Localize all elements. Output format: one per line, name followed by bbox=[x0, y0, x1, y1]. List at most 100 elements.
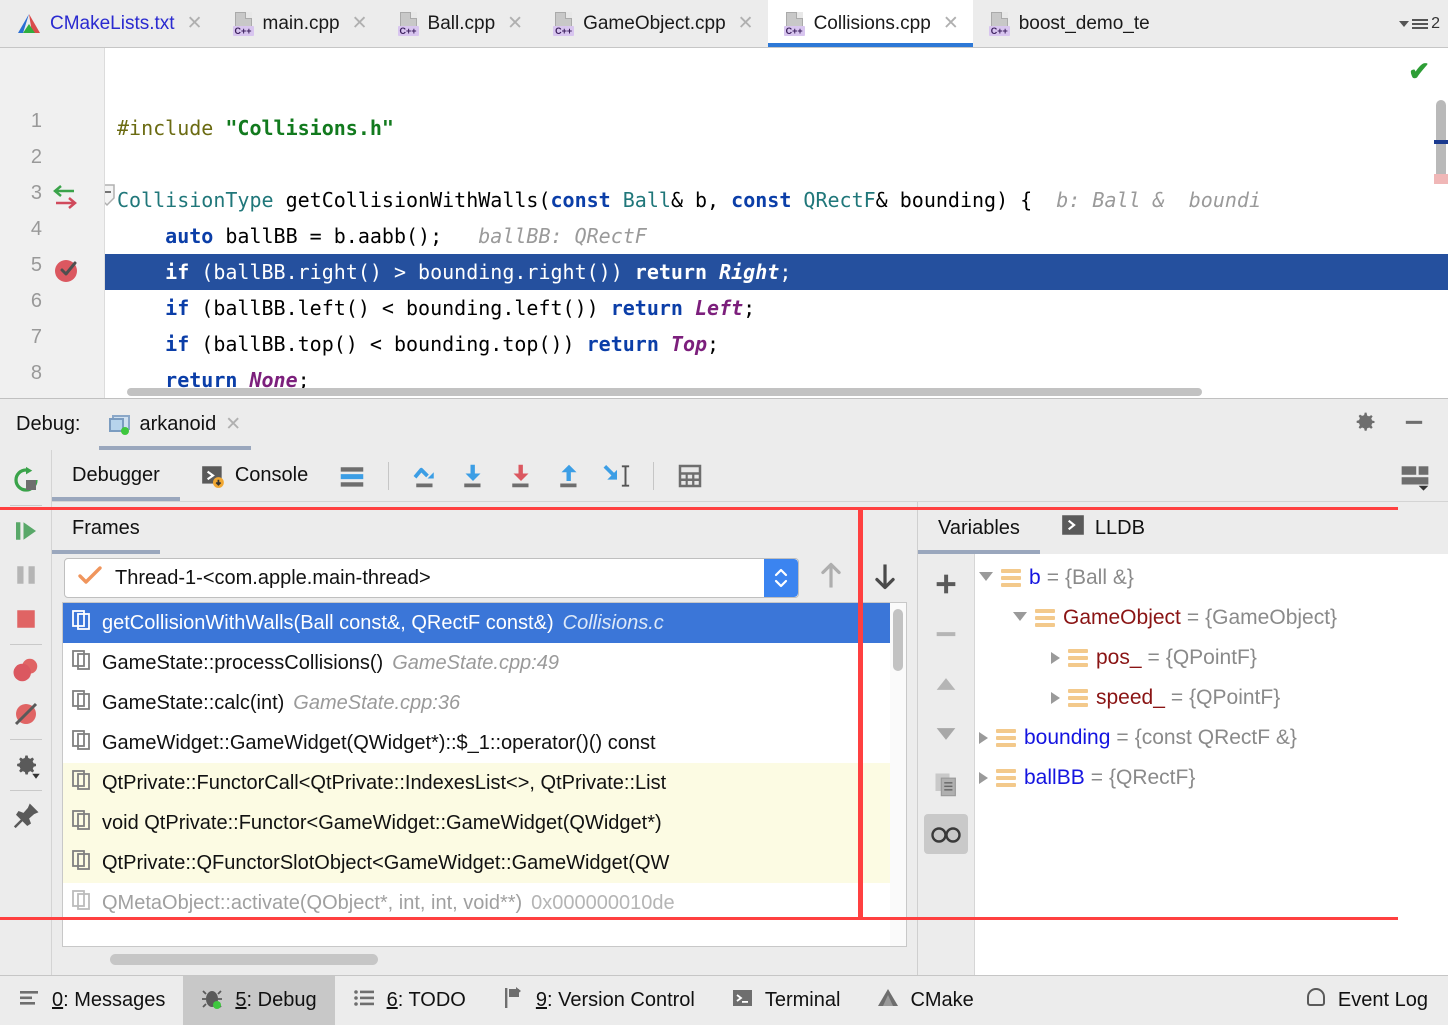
combo-stepper-icon[interactable] bbox=[764, 559, 798, 597]
evaluate-expression-icon[interactable] bbox=[666, 454, 714, 498]
chevron-right-icon[interactable] bbox=[979, 772, 988, 784]
arrow-up-icon[interactable] bbox=[809, 561, 853, 596]
scrollbar-thumb[interactable] bbox=[893, 609, 903, 671]
equals-sign: = bbox=[1186, 606, 1200, 629]
status-item-terminal[interactable]: Terminal bbox=[713, 976, 859, 1025]
tab-overflow-controls[interactable]: 2 bbox=[1399, 0, 1448, 47]
mute-breakpoints-icon[interactable] bbox=[6, 692, 46, 736]
frame-row[interactable]: QtPrivate::FunctorCall<QtPrivate::Indexe… bbox=[63, 763, 906, 803]
close-icon[interactable]: ✕ bbox=[187, 14, 203, 33]
tab-label: Variables bbox=[938, 516, 1020, 539]
frame-row[interactable]: GameState::calc(int) GameState.cpp:36 bbox=[63, 683, 906, 723]
frame-row[interactable]: getCollisionWithWalls(Ball const&, QRect… bbox=[63, 603, 906, 643]
thread-selector-row: Thread-1-<com.apple.main-thread> bbox=[52, 554, 917, 602]
tab-ball-cpp[interactable]: C++ Ball.cpp ✕ bbox=[382, 0, 538, 47]
thread-combobox[interactable]: Thread-1-<com.apple.main-thread> bbox=[64, 558, 799, 598]
chevron-right-icon[interactable] bbox=[1051, 692, 1060, 704]
gear-icon[interactable] bbox=[6, 743, 46, 787]
tab-gameobject-cpp[interactable]: C++ GameObject.cpp ✕ bbox=[537, 0, 768, 47]
close-icon[interactable]: ✕ bbox=[225, 413, 241, 436]
tab-main-cpp[interactable]: C++ main.cpp ✕ bbox=[217, 0, 382, 47]
chevron-down-icon[interactable] bbox=[1013, 612, 1027, 627]
close-icon[interactable]: ✕ bbox=[738, 14, 754, 33]
frames-vertical-scrollbar[interactable] bbox=[890, 603, 906, 946]
inspection-ok-check-icon[interactable]: ✔ bbox=[1408, 56, 1430, 87]
editor-horizontal-scrollbar[interactable] bbox=[105, 386, 1434, 398]
step-out-icon[interactable] bbox=[545, 454, 593, 498]
debug-tool-window: Debugger Console Frames Thread-1-<com.ap… bbox=[0, 450, 1448, 975]
run-to-cursor-icon[interactable] bbox=[593, 454, 641, 498]
tab-debugger[interactable]: Debugger bbox=[52, 450, 180, 501]
scrollbar-thumb[interactable] bbox=[110, 954, 378, 965]
close-icon[interactable]: ✕ bbox=[352, 14, 368, 33]
close-icon[interactable]: ✕ bbox=[507, 14, 523, 33]
close-icon[interactable]: ✕ bbox=[943, 14, 959, 33]
frame-row[interactable]: GameState::processCollisions() GameState… bbox=[63, 643, 906, 683]
fold-collapse-icon[interactable] bbox=[105, 184, 115, 207]
code-editor[interactable]: 1 2 3 4 5 6 7 8 9 10 bbox=[0, 48, 1448, 398]
run-configuration-tab[interactable]: arkanoid ✕ bbox=[98, 399, 252, 450]
arrow-down-icon[interactable] bbox=[863, 561, 907, 596]
chevron-right-icon[interactable] bbox=[1051, 652, 1060, 664]
editor-tab-bar: CMakeLists.txt ✕ C++ main.cpp ✕ C++ Ball… bbox=[0, 0, 1448, 48]
tab-console[interactable]: Console bbox=[180, 450, 328, 501]
tab-lldb[interactable]: LLDB bbox=[1040, 502, 1165, 554]
show-execution-point-icon[interactable] bbox=[328, 454, 376, 498]
copy-icon[interactable] bbox=[924, 764, 968, 804]
watches-glasses-icon[interactable] bbox=[924, 814, 968, 854]
frames-list[interactable]: getCollisionWithWalls(Ball const&, QRect… bbox=[62, 602, 907, 947]
variable-row[interactable]: GameObject = {GameObject} bbox=[975, 598, 1448, 638]
stop-icon[interactable] bbox=[6, 597, 46, 641]
rerun-icon[interactable] bbox=[6, 458, 46, 502]
chevron-down-icon[interactable] bbox=[979, 572, 993, 587]
tab-frames[interactable]: Frames bbox=[52, 502, 160, 554]
force-step-into-icon[interactable] bbox=[497, 454, 545, 498]
restore-layout-icon[interactable] bbox=[1398, 461, 1448, 491]
status-item-todo[interactable]: 6: TODO bbox=[335, 976, 484, 1025]
chevron-right-icon[interactable] bbox=[979, 732, 988, 744]
status-item-event-log[interactable]: Event Log bbox=[1304, 986, 1448, 1015]
status-item-messages[interactable]: 0: Messages bbox=[0, 976, 183, 1025]
variable-row[interactable]: ballBB = {QRectF} bbox=[975, 758, 1448, 798]
status-item-version-control[interactable]: 9: Version Control bbox=[484, 976, 713, 1025]
method-override-arrows-icon[interactable] bbox=[52, 182, 80, 217]
tab-list-icon[interactable] bbox=[1412, 18, 1429, 29]
breakpoint-verified-icon[interactable] bbox=[52, 254, 82, 289]
scrollbar-thumb[interactable] bbox=[127, 388, 1202, 396]
arrow-down-icon[interactable] bbox=[924, 714, 968, 754]
step-over-icon[interactable] bbox=[401, 454, 449, 498]
plus-icon[interactable] bbox=[924, 564, 968, 604]
variable-row[interactable]: pos_ = {QPointF} bbox=[975, 638, 1448, 678]
minimize-icon[interactable] bbox=[1400, 408, 1428, 441]
tab-boost-demo[interactable]: C++ boost_demo_te bbox=[973, 0, 1164, 47]
tab-variables[interactable]: Variables bbox=[918, 502, 1040, 554]
variables-tree[interactable]: b = {Ball &} GameObject = {GameObject} p… bbox=[974, 554, 1448, 975]
chevron-down-icon[interactable] bbox=[1399, 20, 1410, 27]
editor-gutter[interactable]: 1 2 3 4 5 6 7 8 9 10 bbox=[0, 48, 105, 398]
status-item-cmake[interactable]: CMake bbox=[858, 976, 991, 1025]
frame-row[interactable]: QtPrivate::QFunctorSlotObject<GameWidget… bbox=[63, 843, 906, 883]
stack-frame-icon bbox=[71, 609, 93, 637]
variable-row[interactable]: bounding = {const QRectF &} bbox=[975, 718, 1448, 758]
resume-icon[interactable] bbox=[6, 509, 46, 553]
status-item-debug[interactable]: 5: Debug bbox=[183, 976, 335, 1025]
tab-collisions-cpp[interactable]: C++ Collisions.cpp ✕ bbox=[767, 0, 973, 47]
view-breakpoints-icon[interactable] bbox=[6, 648, 46, 692]
line-number: 4 bbox=[30, 218, 42, 240]
variable-name: pos_ bbox=[1096, 646, 1142, 669]
pin-icon[interactable] bbox=[6, 794, 46, 838]
editor-vertical-scrollbar[interactable] bbox=[1434, 78, 1448, 368]
tab-cmakelists[interactable]: CMakeLists.txt ✕ bbox=[0, 0, 217, 47]
frame-row[interactable]: GameWidget::GameWidget(QWidget*)::$_1::o… bbox=[63, 723, 906, 763]
code-text-area[interactable]: #include "Collisions.h" CollisionType ge… bbox=[105, 48, 1448, 398]
step-into-icon[interactable] bbox=[449, 454, 497, 498]
minus-icon[interactable] bbox=[924, 614, 968, 654]
frame-row[interactable]: QMetaObject::activate(QObject*, int, int… bbox=[63, 883, 906, 923]
variable-row[interactable]: b = {Ball &} bbox=[975, 558, 1448, 598]
frame-row[interactable]: void QtPrivate::Functor<GameWidget::Game… bbox=[63, 803, 906, 843]
variable-row[interactable]: speed_ = {QPointF} bbox=[975, 678, 1448, 718]
frames-horizontal-scrollbar[interactable] bbox=[52, 947, 917, 975]
gear-icon[interactable] bbox=[1350, 408, 1378, 441]
arrow-up-icon[interactable] bbox=[924, 664, 968, 704]
pause-icon[interactable] bbox=[6, 553, 46, 597]
